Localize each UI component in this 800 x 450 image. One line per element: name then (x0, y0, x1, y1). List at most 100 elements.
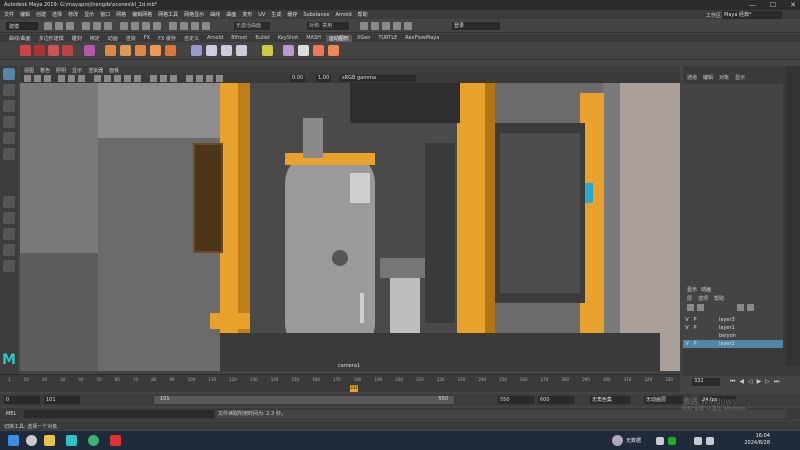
viewport-menu-item[interactable]: 着色 (40, 67, 50, 74)
search-icon[interactable] (26, 435, 37, 446)
go-to-start-icon[interactable]: ⏮ (730, 378, 735, 386)
shelf-tool-icon[interactable] (298, 45, 309, 56)
play-back-icon[interactable]: ◁ (748, 378, 753, 386)
layer-row[interactable]: V Player2 (683, 340, 783, 348)
time-slider[interactable]: 1 10 20 30 40 50 60 70 80 90 100 110 120 130 140 150 160… (0, 374, 680, 392)
channel-box-menu-item[interactable]: 编辑 (703, 74, 713, 81)
mel-label[interactable]: MEL (6, 411, 16, 417)
shelf-tool-icon[interactable] (84, 45, 95, 56)
layer-row[interactable]: V Player1 (683, 324, 783, 332)
four-view-icon[interactable] (3, 212, 15, 224)
shelf-tool-icon[interactable] (20, 45, 31, 56)
step-forward-icon[interactable]: ▷ (765, 378, 770, 386)
shelf-tab[interactable]: 曲线/曲面 (6, 35, 34, 42)
layer-playback-toggle[interactable]: P (691, 325, 699, 331)
layout-icon[interactable] (3, 244, 15, 256)
layer-visibility-toggle[interactable]: V (683, 325, 691, 331)
step-back-icon[interactable]: ◀ (739, 378, 744, 386)
layer-row[interactable]: beiyon (683, 332, 783, 340)
shelf-tab[interactable]: 运动图形 (325, 34, 352, 42)
mel-input[interactable] (24, 410, 214, 418)
shelf-tab[interactable]: 动画 (105, 35, 121, 42)
shelf-tab[interactable]: RexFlowMaya (402, 35, 442, 41)
menu-item[interactable]: 编辑 (20, 11, 30, 18)
go-to-end-icon[interactable]: ⏭ (774, 378, 779, 386)
viewport-menu-item[interactable]: 渲染器 (88, 67, 103, 74)
playback-start-field[interactable]: 101 (44, 396, 80, 404)
menu-item[interactable]: 显示 (84, 11, 94, 18)
menu-item[interactable]: 缓存 (287, 11, 297, 18)
anim-layer-select[interactable]: 无动画层 (644, 396, 684, 404)
layer-visibility-toggle[interactable]: V (683, 317, 691, 323)
scale-tool-icon[interactable] (3, 148, 15, 160)
layer-menu-item[interactable]: 层 (687, 295, 692, 303)
menu-item[interactable]: 修改 (68, 11, 78, 18)
shelf-tab[interactable]: XGen (354, 35, 374, 41)
shelf-tab[interactable]: TURTLE (375, 35, 400, 41)
shelf-tab[interactable]: 绑定 (87, 35, 103, 42)
maya-app-icon[interactable] (66, 435, 77, 446)
lasso-tool-icon[interactable] (3, 84, 15, 96)
shelf-tool-icon[interactable] (120, 45, 131, 56)
input-line-field[interactable]: 无激活曲面 (234, 22, 270, 30)
layer-tab[interactable]: 动画 (701, 286, 711, 294)
viewport-menu-item[interactable]: 视图 (24, 67, 34, 74)
character-set-select[interactable]: 无角色集 (590, 396, 630, 404)
channel-box-menu-item[interactable]: 对象 (719, 74, 729, 81)
login-button[interactable]: 登录 (452, 22, 500, 30)
select-tool-icon[interactable] (3, 68, 15, 80)
network-icon[interactable] (656, 437, 664, 445)
menu-item[interactable]: 曲面 (226, 11, 236, 18)
menu-item[interactable]: 创建 (36, 11, 46, 18)
shelf-tool-icon[interactable] (236, 45, 247, 56)
layer-menu-item[interactable]: 选项 (698, 295, 708, 303)
rotate-tool-icon[interactable] (3, 132, 15, 144)
menu-item[interactable]: 变形 (242, 11, 252, 18)
clock[interactable]: 16:04 2024/8/28 (744, 433, 770, 447)
menu-item[interactable]: 窗口 (100, 11, 110, 18)
shelf-tool-icon[interactable] (313, 45, 324, 56)
end-time-field[interactable]: 600 (538, 396, 574, 404)
menu-item[interactable]: 生成 (271, 11, 281, 18)
viewport-3d[interactable]: camera1 (20, 83, 680, 371)
viewport-menu-item[interactable]: 照明 (56, 67, 66, 74)
shelf-tool-icon[interactable] (283, 45, 294, 56)
menu-item[interactable]: 曲线 (210, 11, 220, 18)
range-bar[interactable]: 101 550 (154, 396, 454, 404)
weather-icon[interactable] (612, 435, 623, 446)
layer-tab[interactable]: 显示 (687, 286, 697, 294)
shelf-tab[interactable]: FX (141, 35, 153, 41)
start-time-field[interactable]: 0 (4, 396, 40, 404)
ime-icon[interactable] (706, 437, 714, 445)
move-tool-icon[interactable] (3, 116, 15, 128)
shelf-tool-icon[interactable] (62, 45, 73, 56)
current-frame-marker[interactable]: 332 (350, 385, 358, 392)
shelf-tab[interactable]: Bifrost (228, 35, 250, 41)
layer-menu-item[interactable]: 帮助 (714, 295, 724, 303)
shelf-tool-icon[interactable] (328, 45, 339, 56)
shelf-tab[interactable]: 多边形建模 (36, 35, 67, 42)
maximize-button[interactable]: ☐ (770, 1, 776, 9)
shelf-tool-icon[interactable] (191, 45, 202, 56)
menu-item[interactable]: Substance (303, 12, 329, 18)
channel-box-menu-item[interactable]: 显示 (735, 74, 745, 81)
exposure-field[interactable]: 0.00 (290, 75, 306, 82)
close-button[interactable]: ✕ (790, 1, 796, 9)
menu-item[interactable]: 帮助 (358, 11, 368, 18)
shelf-tab[interactable]: Arnold (204, 35, 226, 41)
menu-item[interactable]: 网格工具 (158, 11, 178, 18)
shelf-tool-icon[interactable] (206, 45, 217, 56)
playback-end-field[interactable]: 550 (498, 396, 534, 404)
layer-row[interactable]: V Player3 (683, 316, 783, 324)
layout-icon[interactable] (3, 228, 15, 240)
viewport-menu-item[interactable]: 显示 (72, 67, 82, 74)
shelf-tool-icon[interactable] (135, 45, 146, 56)
shelf-tab[interactable]: 自定义 (181, 35, 202, 42)
wechat-icon[interactable] (668, 437, 676, 445)
shelf-tool-icon[interactable] (262, 45, 273, 56)
shelf-tool-icon[interactable] (165, 45, 176, 56)
shelf-tool-icon[interactable] (34, 45, 45, 56)
menu-item[interactable]: Arnold (335, 12, 351, 18)
play-forward-icon[interactable]: ▶ (757, 378, 762, 386)
current-frame-field[interactable]: 332 (692, 378, 720, 386)
